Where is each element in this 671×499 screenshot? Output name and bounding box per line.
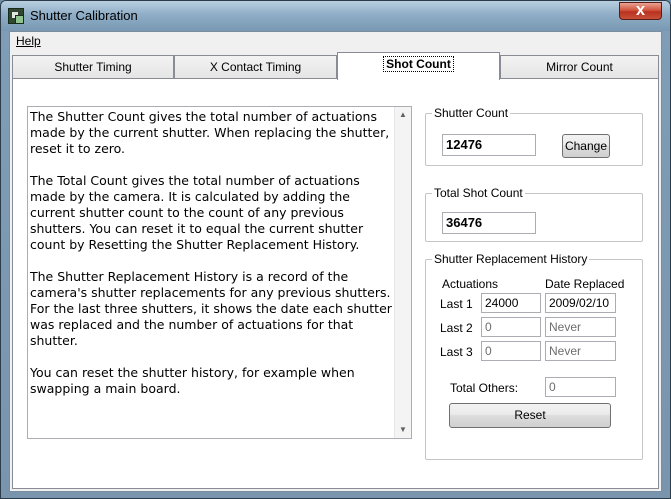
last2-actuations-field[interactable]: 0 (481, 317, 541, 337)
shutter-count-group: Shutter Count 12476 Change (425, 106, 643, 166)
menu-help[interactable]: Help (16, 34, 41, 48)
description-paragraph: The Shutter Replacement History is a rec… (30, 269, 392, 348)
tab-mirror-count[interactable]: Mirror Count (500, 55, 659, 79)
total-others-field[interactable]: 0 (545, 377, 616, 397)
menu-bar: Help (10, 32, 661, 51)
description-textbox[interactable]: The Shutter Count gives the total number… (27, 106, 412, 439)
app-window: Shutter Calibration X Help Shutter Timin… (0, 0, 671, 499)
last1-actuations-field[interactable]: 24000 (481, 293, 541, 313)
shutter-count-legend: Shutter Count (434, 106, 509, 120)
window-title: Shutter Calibration (30, 8, 138, 23)
description-text: The Shutter Count gives the total number… (30, 109, 394, 413)
vertical-scrollbar[interactable]: ▲ ▼ (394, 107, 411, 438)
date-replaced-column-header: Date Replaced (545, 277, 625, 291)
history-row-label: Last 3 (440, 345, 473, 359)
tab-strip: Shutter Timing X Contact Timing Shot Cou… (12, 52, 660, 80)
last3-actuations-field[interactable]: 0 (481, 341, 541, 361)
last2-date-field[interactable]: Never (545, 317, 616, 337)
history-row-label: Last 2 (440, 321, 473, 335)
tab-shutter-timing[interactable]: Shutter Timing (12, 55, 174, 79)
total-others-label: Total Others: (450, 381, 519, 395)
title-bar[interactable]: Shutter Calibration X (1, 1, 670, 31)
scroll-down-arrow-icon[interactable]: ▼ (395, 422, 411, 438)
total-shot-count-group: Total Shot Count 36476 (425, 186, 643, 242)
reset-button[interactable]: Reset (449, 403, 611, 428)
shutter-history-group: Shutter Replacement History Actuations D… (425, 252, 643, 460)
app-icon (8, 8, 24, 24)
scroll-up-arrow-icon[interactable]: ▲ (395, 107, 411, 123)
description-paragraph: The Shutter Count gives the total number… (30, 109, 390, 156)
shutter-history-legend: Shutter Replacement History (434, 252, 588, 266)
total-shot-count-field[interactable]: 36476 (442, 212, 536, 234)
last3-date-field[interactable]: Never (545, 341, 616, 361)
shutter-count-field[interactable]: 12476 (442, 134, 536, 156)
total-shot-count-legend: Total Shot Count (434, 186, 523, 200)
history-row-label: Last 1 (440, 297, 473, 311)
client-area: Help Shutter Timing X Contact Timing Sho… (9, 31, 662, 492)
last1-date-field[interactable]: 2009/02/10 (545, 293, 616, 313)
description-paragraph: You can reset the shutter history, for e… (30, 365, 355, 396)
shot-count-panel: The Shutter Count gives the total number… (12, 78, 659, 489)
change-button[interactable]: Change (562, 134, 610, 158)
actuations-column-header: Actuations (442, 277, 499, 291)
tab-x-contact-timing[interactable]: X Contact Timing (174, 55, 337, 79)
description-paragraph: The Total Count gives the total number o… (30, 173, 364, 252)
tab-shot-count[interactable]: Shot Count (337, 52, 500, 80)
close-button[interactable]: X (619, 2, 662, 20)
